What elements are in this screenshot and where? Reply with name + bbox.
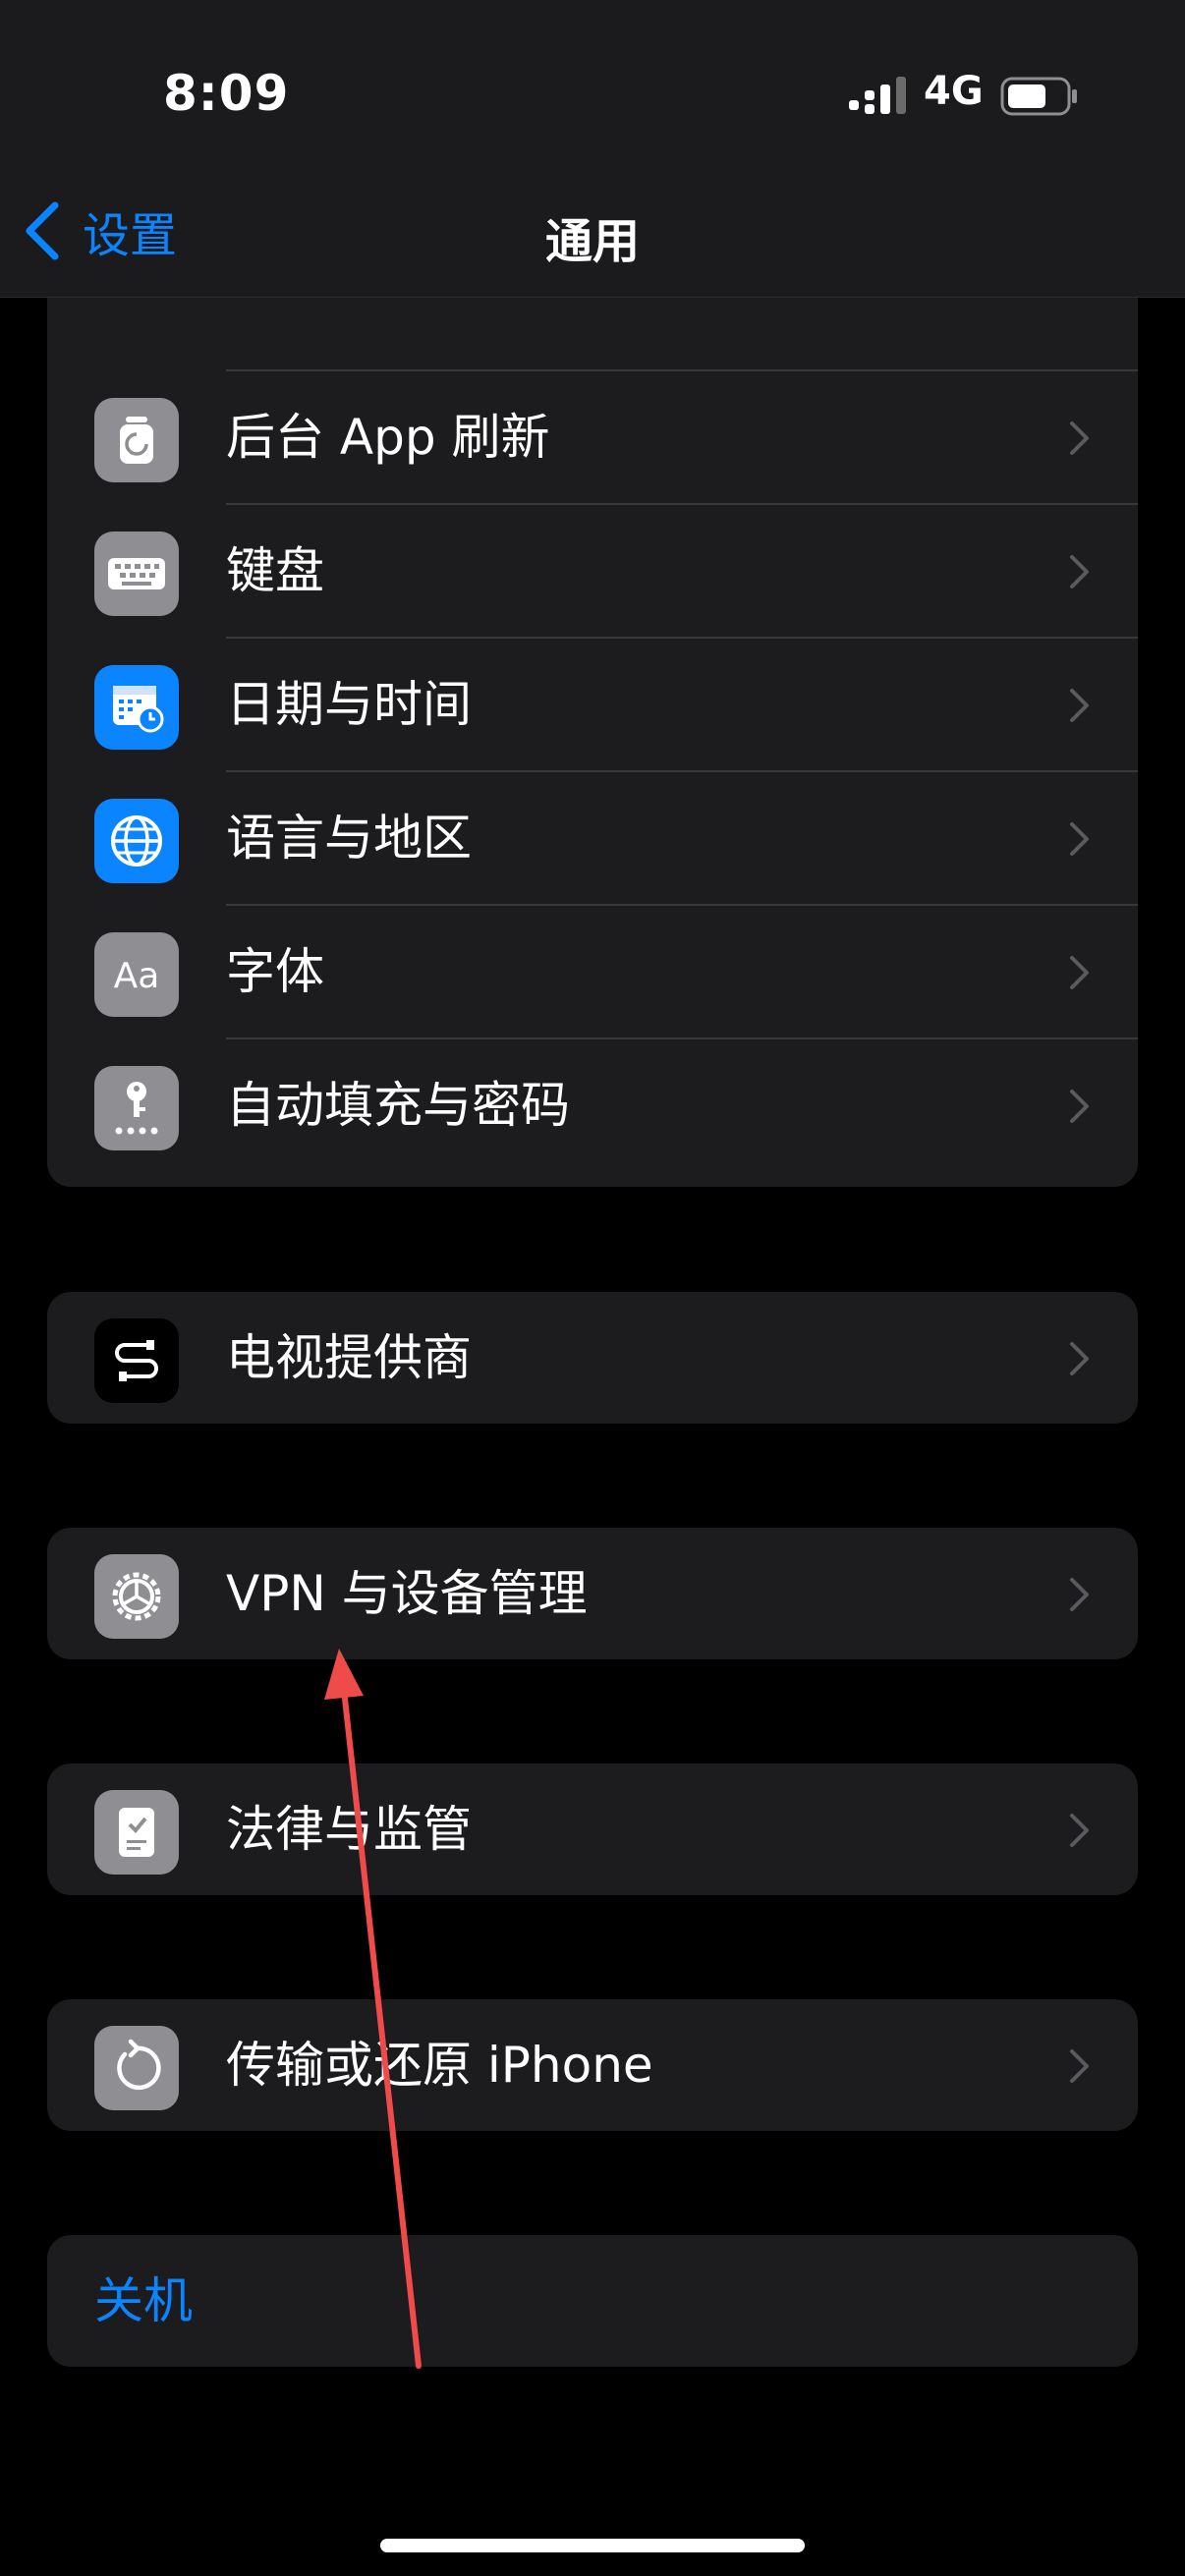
- chevron-right-icon: [1070, 421, 1089, 455]
- cellular-signal-icon: [849, 77, 906, 114]
- chevron-right-icon: [1070, 1090, 1089, 1123]
- network-type: 4G: [924, 69, 984, 114]
- list-item-label: 字体: [226, 943, 324, 1000]
- chevron-right-icon: [1070, 822, 1089, 856]
- list-item-tv-provider[interactable]: 电视提供商: [47, 1292, 1138, 1424]
- fonts-icon: Aa: [94, 932, 179, 1017]
- settings-group-legal: 法律与监管: [47, 1764, 1138, 1895]
- chevron-right-icon: [1070, 689, 1089, 722]
- list-item-label: 电视提供商: [226, 1329, 472, 1386]
- list-item-transfer-reset[interactable]: 传输或还原 iPhone: [47, 1999, 1138, 2131]
- list-item-vpn-device-management[interactable]: VPN 与设备管理: [47, 1528, 1138, 1659]
- settings-group-shutdown: 关机: [47, 2235, 1138, 2367]
- list-item-label: 后台 App 刷新: [226, 409, 550, 466]
- settings-group-vpn: VPN 与设备管理: [47, 1528, 1138, 1659]
- list-item-label: 自动填充与密码: [226, 1077, 570, 1134]
- list-item-label: 传输或还原 iPhone: [226, 2037, 653, 2094]
- battery-icon: [1000, 77, 1077, 116]
- list-item-label: 键盘: [226, 542, 324, 599]
- date-time-icon: [94, 665, 179, 750]
- list-item-background-refresh[interactable]: 后台 App 刷新: [47, 371, 1138, 503]
- chevron-right-icon: [1070, 1578, 1089, 1611]
- chevron-right-icon: [1070, 1342, 1089, 1375]
- list-item-legal-regulatory[interactable]: 法律与监管: [47, 1764, 1138, 1895]
- settings-group-general: 词典 后台 App 刷新 键盘 日期与时间 语言与地区 Aa: [47, 236, 1138, 1187]
- status-time: 8:09: [163, 65, 290, 122]
- globe-icon: [94, 799, 179, 883]
- key-icon: [94, 1066, 179, 1150]
- list-item-label: 法律与监管: [226, 1801, 472, 1858]
- list-item-label: 语言与地区: [226, 810, 472, 867]
- svg-text:Aa: Aa: [114, 956, 160, 996]
- settings-group-tv-provider: 电视提供商: [47, 1292, 1138, 1424]
- legal-icon: [94, 1790, 179, 1875]
- chevron-right-icon: [1070, 956, 1089, 989]
- list-item-fonts[interactable]: Aa 字体: [47, 906, 1138, 1037]
- header: 8:09 4G 设置 通用: [0, 0, 1185, 298]
- gear-icon: [94, 1554, 179, 1639]
- list-item-label: 日期与时间: [226, 676, 472, 733]
- background-refresh-icon: [94, 398, 179, 482]
- tv-provider-icon: [94, 1318, 179, 1403]
- list-item-date-time[interactable]: 日期与时间: [47, 639, 1138, 770]
- page-title: 通用: [544, 214, 640, 269]
- keyboard-icon: [94, 532, 179, 616]
- chevron-right-icon: [1070, 555, 1089, 588]
- list-item-keyboard[interactable]: 键盘: [47, 505, 1138, 637]
- shutdown-button[interactable]: 关机: [94, 2235, 193, 2367]
- home-indicator[interactable]: [380, 2539, 805, 2552]
- list-item-autofill-passwords[interactable]: 自动填充与密码: [47, 1039, 1138, 1171]
- list-item-label: VPN 与设备管理: [226, 1565, 588, 1622]
- settings-group-transfer: 传输或还原 iPhone: [47, 1999, 1138, 2131]
- reset-icon: [94, 2026, 179, 2110]
- chevron-right-icon: [1070, 2049, 1089, 2083]
- chevron-right-icon: [1070, 1814, 1089, 1847]
- list-item-language-region[interactable]: 语言与地区: [47, 772, 1138, 904]
